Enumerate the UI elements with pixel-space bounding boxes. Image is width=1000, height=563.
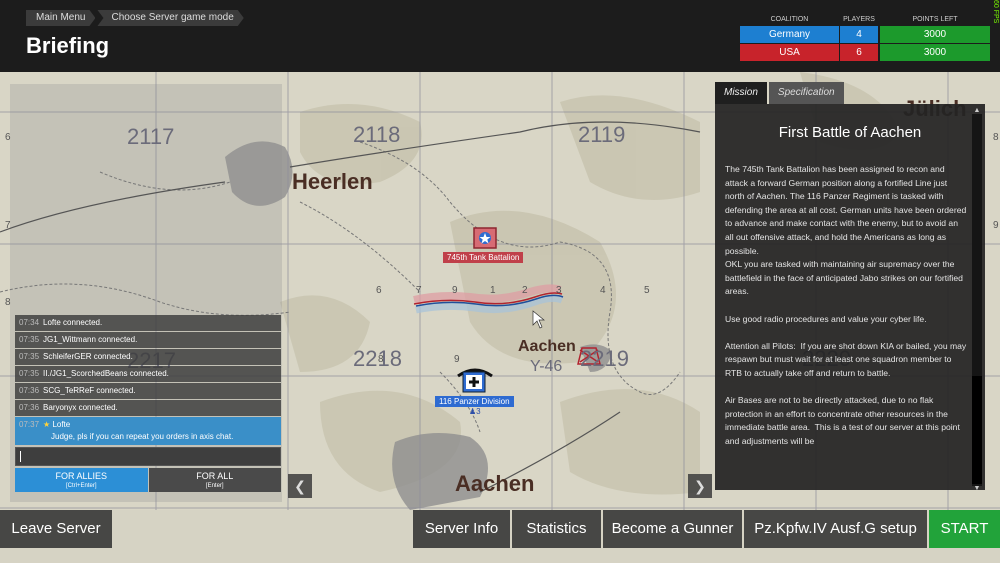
breadcrumb-main-menu[interactable]: Main Menu — [26, 10, 95, 26]
briefing-scrollbar[interactable]: ▲ ▼ — [972, 107, 982, 490]
edge-number: 4 — [600, 285, 606, 296]
vehicle-setup-button[interactable]: Pz.Kpfw.IV Ausf.G setup — [744, 510, 927, 548]
unit-label-745th[interactable]: 745th Tank Battalion — [443, 252, 524, 263]
unit-player-count-value: 3 — [476, 407, 481, 416]
briefing-title: First Battle of Aachen — [778, 124, 922, 141]
chat-message: 07:35 II./JG1_ScorchedBeans connected. — [15, 366, 281, 382]
unit-label-116-panzer[interactable]: 116 Panzer Division — [435, 396, 514, 407]
send-all-hint: [Enter] — [205, 483, 224, 489]
start-button[interactable]: START — [929, 510, 1000, 548]
chat-time: 07:34 — [19, 318, 40, 327]
scrollbar-thumb[interactable] — [972, 376, 982, 484]
statistics-button[interactable]: Statistics — [512, 510, 601, 548]
chat-time: 07:35 — [19, 369, 40, 378]
edge-number: 9 — [454, 354, 460, 365]
city-label-aachen-target: Aachen — [518, 338, 576, 355]
player-count: 4 — [840, 26, 878, 43]
map-prev-button[interactable]: ❮ — [288, 474, 312, 498]
scroll-down-icon[interactable]: ▼ — [972, 484, 982, 490]
chat-message: 07:36 Baryonyx connected. — [15, 400, 281, 416]
chat-text: SCG_TeRReF connected. — [43, 386, 136, 395]
chat-text: SchleiferGER connected. — [43, 352, 133, 361]
briefing-tabs: Mission Specification — [715, 82, 985, 104]
coalition-name: USA — [740, 44, 839, 61]
text-caret — [20, 451, 21, 462]
send-all-label: FOR ALL — [196, 471, 234, 481]
chat-text: Judge, pls if you can repeat you orders … — [51, 432, 234, 441]
chat-time: 07:37 — [19, 420, 40, 429]
scoreboard-header-coalition: COALITION — [770, 16, 809, 23]
send-allies-button[interactable]: FOR ALLIES [Ctrl+Enter] — [15, 468, 148, 492]
chevron-right-icon: ❯ — [694, 478, 706, 494]
grid-label: 2219 — [580, 346, 629, 371]
top-bar: Main Menu Choose Server game mode Briefi… — [0, 0, 1000, 72]
unit-player-count: ♟3 — [469, 407, 481, 416]
chat-message: 07:34 Lofte connected. — [15, 315, 281, 331]
chevron-left-icon: ❮ — [294, 478, 306, 494]
chat-input[interactable] — [15, 447, 281, 466]
target-label: Y-46 — [530, 358, 563, 375]
breadcrumb: Main Menu Choose Server game mode — [26, 10, 244, 26]
send-allies-label: FOR ALLIES — [55, 471, 108, 481]
coalition-name: Germany — [740, 26, 839, 43]
send-allies-hint: [Ctrl+Enter] — [65, 483, 97, 489]
scoreboard-row-germany: Germany 4 3000 — [740, 26, 990, 43]
edge-number: 7 — [5, 220, 11, 231]
edge-number: 6 — [5, 132, 11, 143]
edge-number: 3 — [556, 285, 562, 296]
edge-number: 7 — [416, 285, 422, 296]
chat-time: 07:35 — [19, 335, 40, 344]
map-next-button[interactable]: ❯ — [688, 474, 712, 498]
edge-number: 9 — [993, 220, 999, 231]
player-count: 6 — [840, 44, 878, 61]
become-gunner-button[interactable]: Become a Gunner — [603, 510, 742, 548]
points-left: 3000 — [880, 26, 990, 43]
city-label-aachen: Aachen — [455, 471, 535, 496]
chat-text: II./JG1_ScorchedBeans connected. — [43, 369, 169, 378]
edge-number: 2 — [522, 285, 528, 296]
chat-message-highlighted: 07:37 ★ Lofte Judge, pls if you can repea… — [15, 417, 281, 445]
chat-text: Baryonyx connected. — [43, 403, 118, 412]
scoreboard-row-usa: USA 6 3000 — [740, 44, 990, 61]
page-title: Briefing — [26, 33, 110, 58]
chat-text: Lofte connected. — [43, 318, 103, 327]
scroll-up-icon[interactable]: ▲ — [972, 106, 982, 116]
grid-label: 2119 — [578, 122, 626, 147]
chat-text: JG1_Wittmann connected. — [43, 335, 138, 344]
edge-number: 8 — [5, 297, 11, 308]
bottom-bar: Leave Server Server Info Statistics Beco… — [0, 510, 1000, 563]
breadcrumb-choose-mode[interactable]: Choose Server game mode — [97, 10, 243, 26]
briefing-panel: First Battle of Aachen The 745th Tank Ba… — [715, 104, 985, 490]
send-all-button[interactable]: FOR ALL [Enter] — [148, 468, 281, 492]
edge-number: 8 — [993, 132, 999, 143]
chat-send-buttons: FOR ALLIES [Ctrl+Enter] FOR ALL [Enter] — [15, 468, 281, 492]
chat-author: Lofte — [52, 420, 71, 429]
briefing-text: The 745th Tank Battalion has been assign… — [725, 164, 967, 446]
fps-counter: 60 FPS — [992, 0, 999, 24]
edge-number: 1 — [490, 285, 496, 296]
chat-message: 07:36 SCG_TeRReF connected. — [15, 383, 281, 399]
tab-specification[interactable]: Specification — [768, 82, 844, 104]
scoreboard-header-players: PLAYERS — [843, 16, 875, 23]
chat-time: 07:35 — [19, 352, 40, 361]
edge-number: 8 — [378, 354, 384, 365]
star-icon: ★ — [43, 420, 51, 429]
leave-server-button[interactable]: Leave Server — [0, 510, 112, 548]
grid-label: 2118 — [353, 122, 401, 147]
edge-number: 5 — [644, 285, 650, 296]
scoreboard-header-points: POINTS LEFT — [912, 16, 958, 23]
chat-message: 07:35 SchleiferGER connected. — [15, 349, 281, 365]
chat-message: 07:35 JG1_Wittmann connected. — [15, 332, 281, 348]
edge-number: 6 — [376, 285, 382, 296]
city-label-heerlen: Heerlen — [292, 169, 373, 194]
points-left: 3000 — [880, 44, 990, 61]
chat-log: 07:34 Lofte connected. 07:35 JG1_Wittmann … — [15, 315, 281, 446]
chat-time: 07:36 — [19, 386, 40, 395]
scoreboard: COALITION PLAYERS POINTS LEFT Germany 4 … — [740, 14, 990, 62]
edge-number: 9 — [452, 285, 458, 296]
server-info-button[interactable]: Server Info — [413, 510, 510, 548]
tab-mission[interactable]: Mission — [715, 82, 767, 104]
chat-time: 07:36 — [19, 403, 40, 412]
grid-label: 2117 — [127, 124, 175, 149]
